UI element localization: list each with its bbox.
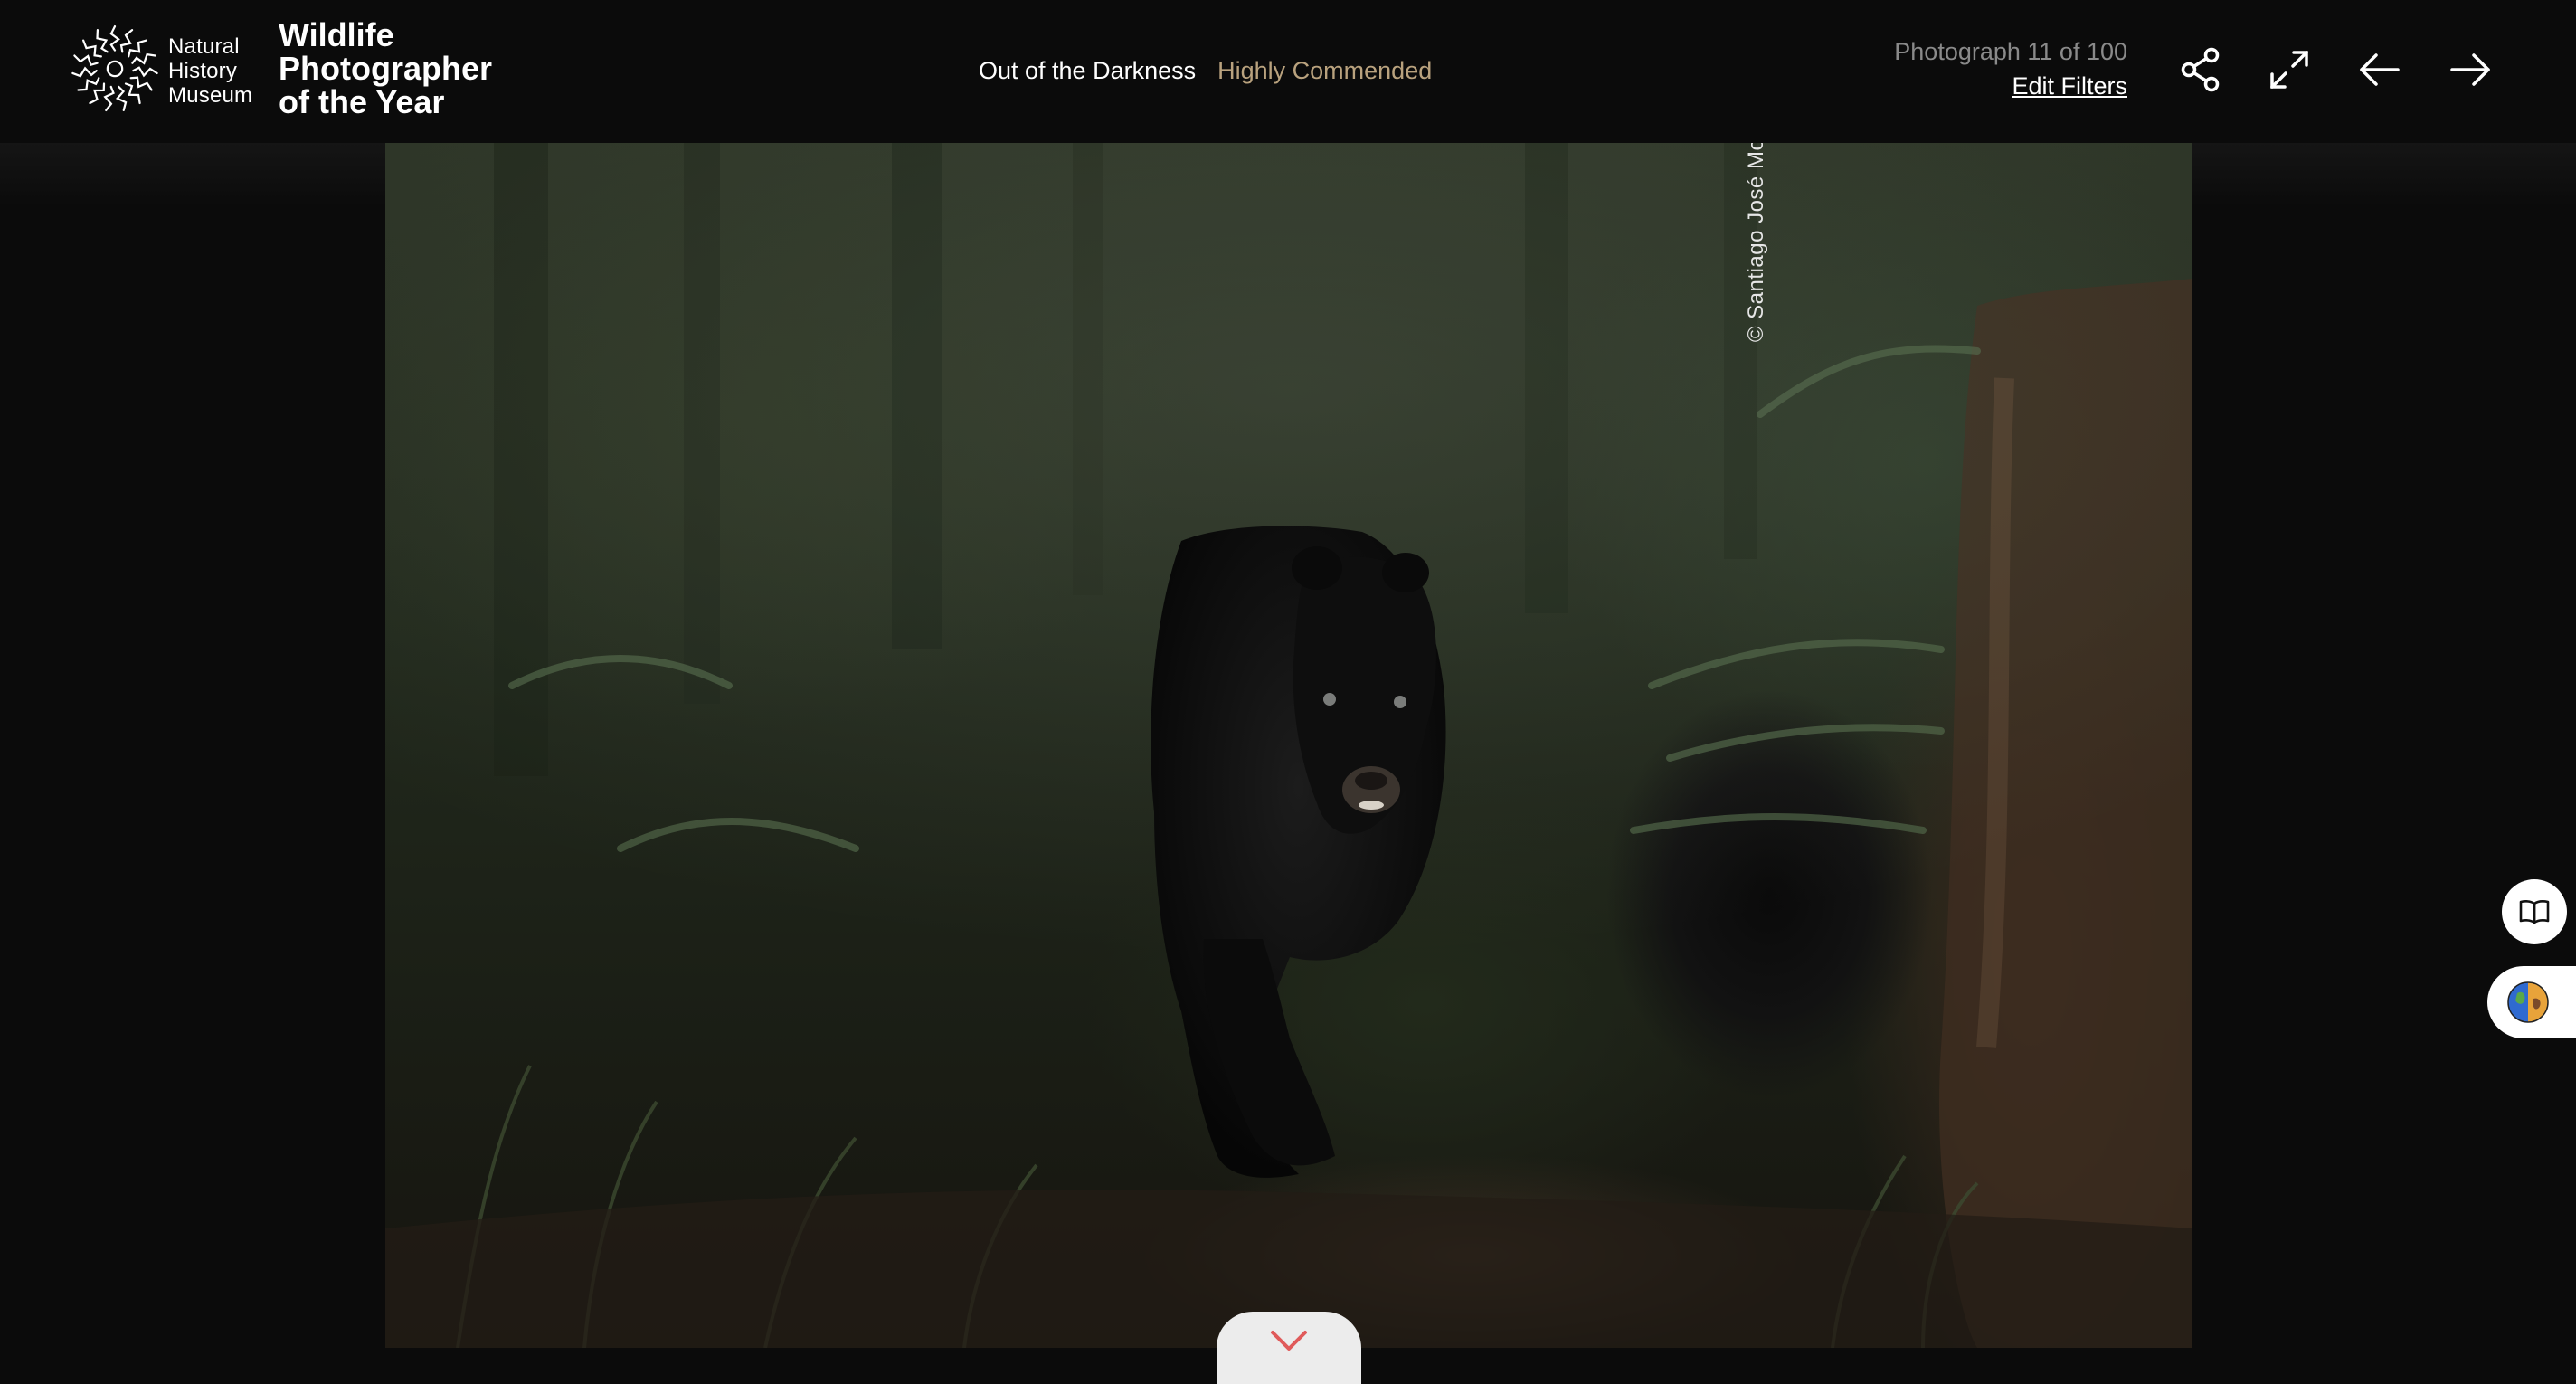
arrow-left-icon [2360, 53, 2400, 86]
site-header: Natural History Museum Wildlife Photogra… [0, 0, 2576, 143]
globe-icon [2507, 981, 2549, 1023]
bear-figure [1151, 526, 1446, 1178]
main-photograph[interactable] [385, 143, 2192, 1348]
expand-details-button[interactable] [1217, 1312, 1361, 1384]
logo-line: of the Year [279, 83, 445, 120]
share-button[interactable] [2173, 42, 2229, 98]
expand-icon [2270, 51, 2308, 89]
photo-title: Out of the Darkness [979, 57, 1197, 84]
logo-line: Wildlife [279, 16, 394, 53]
counter-text: Photograph 11 of 100 [1894, 38, 2127, 65]
edit-filters-link[interactable]: Edit Filters [1894, 69, 2127, 103]
fullscreen-button[interactable] [2261, 42, 2317, 98]
logo-line: Museum [168, 83, 253, 108]
accessibility-button[interactable] [2487, 966, 2576, 1038]
share-icon [2181, 47, 2220, 92]
photo-counter: Photograph 11 of 100 Edit Filters [1894, 34, 2127, 103]
nhm-logo-text[interactable]: Natural History Museum [168, 34, 252, 108]
photo-illustration [385, 143, 2192, 1348]
reader-button[interactable] [2502, 879, 2567, 944]
photo-heading: Out of the Darkness Highly Commended [979, 56, 1432, 85]
wpy-logo[interactable]: Wildlife Photographer of the Year [279, 18, 492, 118]
logo-line: Natural [168, 34, 240, 59]
next-photo-button[interactable] [2442, 42, 2498, 98]
award-label: Highly Commended [1217, 57, 1433, 84]
chevron-down-icon [1271, 1331, 1307, 1351]
arrow-right-icon [2450, 53, 2490, 86]
previous-photo-button[interactable] [2352, 42, 2408, 98]
logo-line: Photographer [279, 50, 493, 87]
book-icon [2519, 900, 2550, 924]
logo-line: History [168, 59, 238, 83]
nhm-logo-icon[interactable] [69, 23, 161, 115]
